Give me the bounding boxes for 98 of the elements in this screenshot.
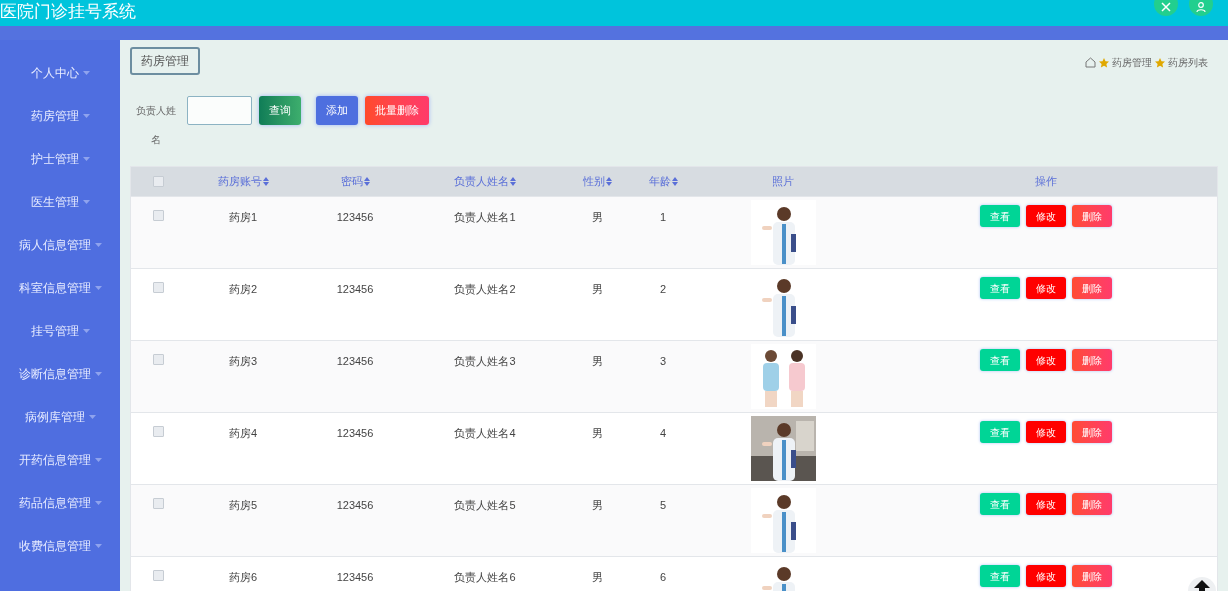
table-cell-text: 药房3 [228,354,258,369]
table-cell-text: 123456 [336,210,374,225]
table-cell-text: 123456 [336,282,374,297]
checkbox[interactable] [153,354,164,365]
column-header[interactable]: 负责人姓名 [454,173,509,190]
table-cell-text: 4 [659,426,667,441]
table-cell-text: 负责人姓名3 [454,354,516,369]
table-cell-text: 药房5 [228,498,258,513]
table-cell-text: 男 [591,570,603,585]
search-field[interactable] [187,96,252,125]
checkbox[interactable] [153,570,164,581]
caret-icon [94,543,102,548]
caret-icon [94,371,102,376]
delete-button[interactable]: 批量删除 [365,96,429,125]
table-cell-text: 负责人姓名4 [454,426,516,441]
edit-button[interactable]: 修改 [1025,421,1066,443]
table-cell-text: 男 [591,210,603,225]
app-title: 医院门诊挂号系统 [0,0,136,22]
home-icon[interactable] [1085,57,1096,68]
table-cell-text: 药房1 [228,210,258,225]
table-cell-text: 药房6 [228,570,258,585]
breadcrumb-link[interactable]: 药房管理 [1112,55,1152,70]
column-header: 照片 [772,174,794,190]
sidebar-item[interactable]: 挂号管理 [0,309,120,352]
caret-icon [82,199,90,204]
caret-icon [82,70,90,75]
caret-icon [94,457,102,462]
checkbox[interactable] [153,210,164,221]
sort-icon[interactable] [510,177,516,186]
table-cell-text: 男 [591,282,603,297]
table-cell-text: 负责人姓名1 [454,210,516,225]
sidebar-item[interactable]: 护士管理 [0,137,120,180]
caret-icon [94,285,102,290]
sidebar-item[interactable]: 病人信息管理 [0,223,120,266]
table-cell-text: 男 [591,354,603,369]
delete-button[interactable]: 删除 [1071,493,1112,515]
column-header[interactable]: 性别 [582,173,605,190]
column-header[interactable]: 密码 [340,173,363,190]
sidebar-item[interactable]: 开药信息管理 [0,438,120,481]
star-icon [1155,57,1165,68]
star-icon [1099,57,1109,68]
table-cell-text: 药房2 [228,282,258,297]
table-cell-text: 123456 [336,498,374,513]
table-cell-text: 负责人姓名5 [454,498,516,513]
checkbox[interactable] [153,426,164,437]
caret-icon [94,242,102,247]
table-cell-text: 男 [591,498,603,513]
caret-icon [88,414,96,419]
delete-button[interactable]: 删除 [1071,205,1112,227]
edit-button[interactable]: 修改 [1025,277,1066,299]
column-header: 操作 [1034,174,1057,190]
table-cell-text: 药房4 [228,426,258,441]
breadcrumb-link[interactable]: 药房列表 [1168,55,1208,70]
sidebar-item[interactable]: 药品信息管理 [0,481,120,524]
table-cell-text: 3 [659,354,667,369]
caret-icon [82,113,90,118]
search-label: 负责人姓名 [135,104,177,147]
sidebar-item[interactable]: 医生管理 [0,180,120,223]
search-button[interactable]: 查询 [259,96,301,125]
table-cell-text: 2 [659,282,667,297]
caret-icon [82,328,90,333]
sidebar-item[interactable]: 收费信息管理 [0,524,120,567]
sidebar-item[interactable]: 病例库管理 [0,395,120,438]
sidebar-item[interactable]: 诊断信息管理 [0,352,120,395]
table-cell-text: 123456 [336,354,374,369]
edit-button[interactable]: 修改 [1025,205,1066,227]
table-cell-text: 123456 [336,426,374,441]
table-cell-text: 6 [659,570,667,585]
edit-button[interactable]: 修改 [1025,349,1066,371]
table-cell-text: 5 [659,498,667,513]
delete-button[interactable]: 删除 [1071,277,1112,299]
table-cell-text: 123456 [336,570,374,585]
caret-icon [94,500,102,505]
table-cell-text: 1 [659,210,667,225]
checkbox[interactable] [153,282,164,293]
caret-icon [82,156,90,161]
column-header[interactable]: 药房账号 [217,173,262,190]
delete-button[interactable]: 删除 [1071,565,1112,587]
delete-button[interactable]: 删除 [1071,349,1112,371]
sort-icon[interactable] [605,177,612,186]
sidebar-item[interactable]: 科室信息管理 [0,266,120,309]
edit-button[interactable]: 修改 [1025,493,1066,515]
checkbox[interactable] [153,176,164,187]
table-cell-text: 负责人姓名2 [454,282,516,297]
sort-icon[interactable] [262,177,269,186]
column-header[interactable]: 年龄 [648,173,671,190]
user-icon [1196,2,1206,12]
delete-button[interactable]: 删除 [1071,421,1112,443]
add-button[interactable]: 添加 [316,96,358,125]
page-tab[interactable]: 药房管理 [130,47,200,75]
sidebar-item[interactable]: 药房管理 [0,94,120,137]
table-cell-text: 男 [591,426,603,441]
table-cell-text: 负责人姓名6 [454,570,516,585]
sort-icon[interactable] [363,177,370,186]
sort-icon[interactable] [671,177,678,186]
edit-button[interactable]: 修改 [1025,565,1066,587]
sidebar-item[interactable]: 个人中心 [0,51,120,94]
checkbox[interactable] [153,498,164,509]
